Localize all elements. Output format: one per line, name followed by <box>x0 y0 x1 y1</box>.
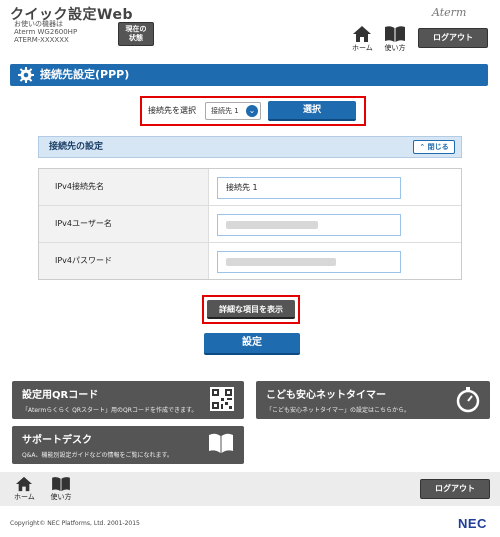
section-header: 接続先の設定 ⌃ 閉じる <box>38 136 462 158</box>
device-label: お使いの機器は <box>14 20 63 28</box>
table-row: IPv4ユーザー名 <box>39 206 461 243</box>
username-label: IPv4ユーザー名 <box>39 206 209 242</box>
home-label: ホーム <box>352 44 373 52</box>
support-tile-desc: Q&A、機能別設定ガイドなどの情報をご覧になれます。 <box>22 452 173 459</box>
status-button-line1: 現在の <box>125 25 147 33</box>
qr-tile-title: 設定用QRコード <box>22 390 99 401</box>
book-icon <box>52 477 70 492</box>
gear-icon <box>18 67 34 83</box>
password-input[interactable] <box>217 251 401 273</box>
home-nav[interactable]: ホーム <box>352 25 373 53</box>
connection-select[interactable]: 接続先 1 ⌄ <box>205 102 261 120</box>
qr-code-icon <box>210 387 234 411</box>
kids-timer-tile[interactable]: こども安心ネットタイマー 「こども安心ネットタイマー」の設定はこちらから。 <box>256 381 490 419</box>
settings-table: IPv4接続先名 接続先 1 IPv4ユーザー名 IPv4パスワード <box>38 168 462 280</box>
section-title: 接続先の設定 <box>49 142 104 152</box>
device-id: ATERM-XXXXXX <box>14 36 69 44</box>
nec-logo: NEC <box>458 516 487 531</box>
logout-button[interactable]: ログアウト <box>418 28 488 48</box>
copyright: Copyright© NEC Platforms, Ltd. 2001-2015 <box>10 520 140 527</box>
close-section-label: 閉じる <box>427 143 449 151</box>
footer-help-label: 使い方 <box>50 493 72 501</box>
table-row: IPv4接続先名 接続先 1 <box>39 169 461 206</box>
page-title-bar: 接続先設定(PPP) <box>10 64 488 86</box>
username-input[interactable] <box>217 214 401 236</box>
timer-tile-desc: 「こども安心ネットタイマー」の設定はこちらから。 <box>266 407 411 414</box>
home-icon <box>16 476 33 492</box>
footer-home-nav[interactable]: ホーム <box>14 476 35 502</box>
footer-help-nav[interactable]: 使い方 <box>50 476 72 502</box>
masked-value <box>226 258 336 266</box>
qr-tile-desc: 「Atermらくらく QRスタート」用のQRコードを作成できます。 <box>22 407 198 414</box>
table-row: IPv4パスワード <box>39 243 461 280</box>
qr-code-tile[interactable]: 設定用QRコード 「Atermらくらく QRスタート」用のQRコードを作成できま… <box>12 381 244 419</box>
support-desk-tile[interactable]: サポートデスク Q&A、機能別設定ガイドなどの情報をご覧になれます。 <box>12 426 244 464</box>
current-status-button[interactable]: 現在の 状態 <box>118 22 154 46</box>
connection-select-value: 接続先 1 <box>211 107 239 115</box>
status-button-line2: 状態 <box>129 34 143 42</box>
stopwatch-icon <box>456 387 480 413</box>
footer-bar: ホーム 使い方 ログアウト <box>0 472 500 506</box>
help-label: 使い方 <box>384 44 406 52</box>
home-icon <box>353 26 372 42</box>
password-label: IPv4パスワード <box>39 243 209 279</box>
help-nav[interactable]: 使い方 <box>384 25 406 53</box>
page-title: 接続先設定(PPP) <box>40 68 130 81</box>
close-section-button[interactable]: ⌃ 閉じる <box>413 140 455 154</box>
show-details-button[interactable]: 詳細な項目を表示 <box>207 300 295 319</box>
footer-home-label: ホーム <box>14 493 35 501</box>
aterm-logo: Aterm <box>432 6 467 19</box>
support-tile-title: サポートデスク <box>22 435 92 446</box>
chevron-down-icon: ⌄ <box>246 105 258 117</box>
connection-name-input[interactable]: 接続先 1 <box>217 177 401 199</box>
select-label: 接続先を選択 <box>148 106 196 115</box>
footer-logout-button[interactable]: ログアウト <box>420 479 490 499</box>
header: クイック設定Web お使いの機器は Aterm WG2600HP ATERM-X… <box>0 0 500 54</box>
device-info: お使いの機器は Aterm WG2600HP ATERM-XXXXXX <box>14 20 77 44</box>
book-icon <box>385 26 405 42</box>
book-icon <box>209 433 233 453</box>
chevron-up-icon: ⌃ <box>419 143 426 151</box>
device-model: Aterm WG2600HP <box>14 28 78 36</box>
masked-value <box>226 221 318 229</box>
select-button[interactable]: 選択 <box>268 101 356 121</box>
save-button[interactable]: 設定 <box>204 333 300 355</box>
timer-tile-title: こども安心ネットタイマー <box>266 390 386 401</box>
connection-name-label: IPv4接続先名 <box>39 169 209 205</box>
